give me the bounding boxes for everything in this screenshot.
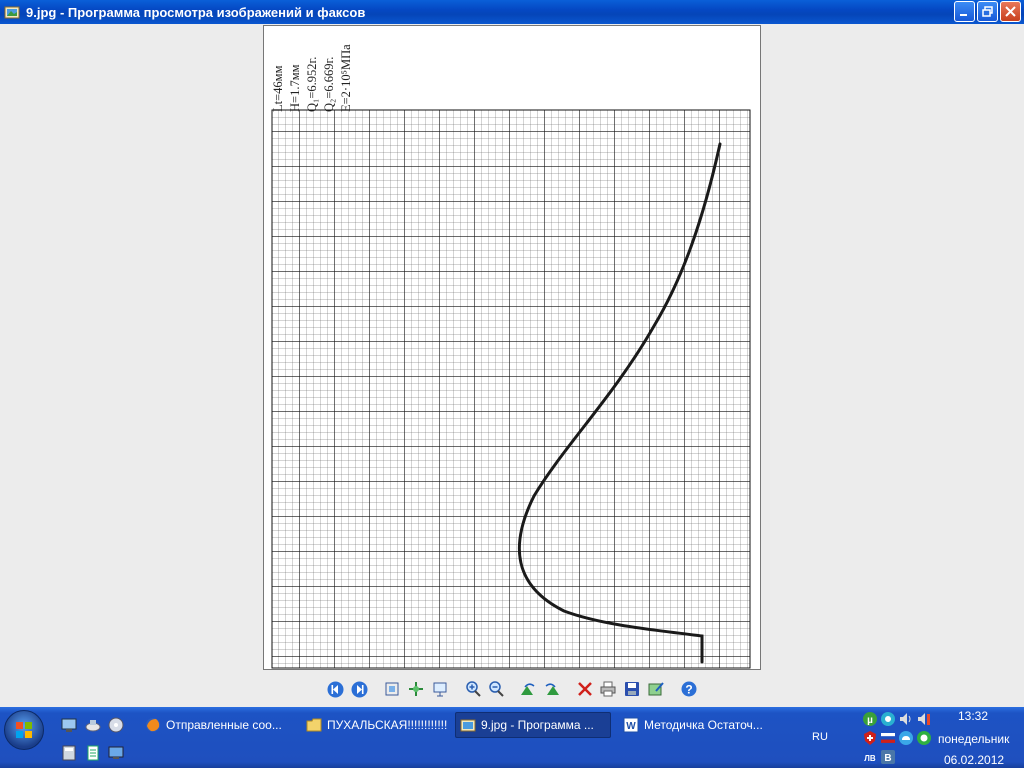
show-desktop-icon[interactable] <box>61 717 77 733</box>
edit-button[interactable] <box>647 680 665 698</box>
messenger-icon[interactable] <box>916 730 932 746</box>
prev-image-icon <box>327 681 343 697</box>
image-viewer-icon <box>4 6 20 19</box>
task-word[interactable]: W Методичка Остаточ... <box>619 712 769 738</box>
delete-icon <box>578 682 592 696</box>
clock-time[interactable]: 13:32 <box>958 709 988 723</box>
screen-icon[interactable] <box>108 745 124 761</box>
rotate-clockwise-button[interactable] <box>519 680 537 698</box>
network-icon[interactable] <box>880 711 896 727</box>
svg-text:B: B <box>884 753 891 764</box>
window-title: 9.jpg - Программа просмотра изображений … <box>26 4 366 20</box>
close-icon <box>1005 6 1016 17</box>
task-label: Отправленные соо... <box>166 718 282 732</box>
task-label: Методичка Остаточ... <box>644 718 763 732</box>
zoom-out-button[interactable] <box>487 680 505 698</box>
task-image-viewer[interactable]: 9.jpg - Программа ... <box>455 712 611 738</box>
punto-switcher-icon[interactable]: ЛВ <box>862 749 878 765</box>
title-bar: 9.jpg - Программа просмотра изображений … <box>0 0 1024 24</box>
svg-text:ЛВ: ЛВ <box>864 754 876 763</box>
viewer-toolbar: ? <box>0 680 1024 700</box>
svg-text:µ: µ <box>867 715 873 726</box>
maximize-button[interactable] <box>977 1 998 22</box>
edit-icon <box>648 682 664 696</box>
rotate-clockwise-icon <box>520 683 534 695</box>
delete-button[interactable] <box>576 680 594 698</box>
utorrent-icon[interactable]: µ <box>862 711 878 727</box>
zoom-in-icon <box>466 681 481 697</box>
svg-text:?: ? <box>685 683 692 697</box>
media-player-icon[interactable] <box>108 717 124 733</box>
displayed-image: Lt=46мм H=1.7мм Q₁=6.952г. Q₂=6.669г. E=… <box>263 25 761 670</box>
volume-icon[interactable] <box>898 711 914 727</box>
document-icon[interactable] <box>85 745 101 761</box>
prev-image-button[interactable] <box>326 680 344 698</box>
print-icon <box>600 681 616 697</box>
windows-logo-icon <box>16 722 32 738</box>
calculator-icon[interactable] <box>61 745 77 761</box>
speaker-alert-icon[interactable] <box>916 711 932 727</box>
image-viewer-area: Lt=46мм H=1.7мм Q₁=6.952г. Q₂=6.669г. E=… <box>0 24 1024 707</box>
actual-size-icon <box>409 682 423 696</box>
image-viewer-icon <box>460 719 476 732</box>
save-icon <box>625 682 639 696</box>
task-label: 9.jpg - Программа ... <box>481 718 594 732</box>
print-button[interactable] <box>599 680 617 698</box>
word-icon: W <box>623 717 639 733</box>
minimize-icon <box>960 14 967 16</box>
rotate-counterclockwise-icon <box>545 683 559 695</box>
slideshow-button[interactable] <box>431 680 449 698</box>
next-image-icon <box>351 681 367 697</box>
help-icon: ? <box>681 681 697 697</box>
zoom-out-icon <box>489 681 504 697</box>
clock-day[interactable]: понедельник <box>938 732 1009 746</box>
russian-flag-icon[interactable] <box>880 730 896 746</box>
graph-paper <box>271 109 751 669</box>
task-firefox[interactable]: Отправленные соо... <box>141 712 296 738</box>
vkontakte-icon[interactable]: B <box>880 749 896 765</box>
firefox-icon <box>146 718 160 732</box>
actual-size-button[interactable] <box>407 680 425 698</box>
email-client-icon[interactable] <box>85 717 101 733</box>
restore-icon <box>982 6 993 17</box>
antivirus-icon[interactable] <box>862 730 878 746</box>
folder-icon <box>306 718 322 732</box>
task-folder[interactable]: ПУХАЛЬСКАЯ!!!!!!!!!!!! <box>302 712 447 738</box>
best-fit-button[interactable] <box>383 680 401 698</box>
taskbar: Отправленные соо... ПУХАЛЬСКАЯ!!!!!!!!!!… <box>0 707 1024 768</box>
task-label: ПУХАЛЬСКАЯ!!!!!!!!!!!! <box>327 718 447 732</box>
zoom-in-button[interactable] <box>464 680 482 698</box>
close-button[interactable] <box>1000 1 1021 22</box>
start-button[interactable] <box>4 710 44 750</box>
next-image-button[interactable] <box>350 680 368 698</box>
svg-text:W: W <box>626 721 636 732</box>
help-button[interactable]: ? <box>680 680 698 698</box>
minimize-button[interactable] <box>954 1 975 22</box>
save-button[interactable] <box>623 680 641 698</box>
clock-date[interactable]: 06.02.2012 <box>944 753 1004 767</box>
best-fit-icon <box>385 682 399 696</box>
slideshow-icon <box>433 682 447 697</box>
rotate-counterclockwise-button[interactable] <box>542 680 560 698</box>
language-indicator[interactable]: RU <box>812 731 828 743</box>
cloud-sync-icon[interactable] <box>898 730 914 746</box>
